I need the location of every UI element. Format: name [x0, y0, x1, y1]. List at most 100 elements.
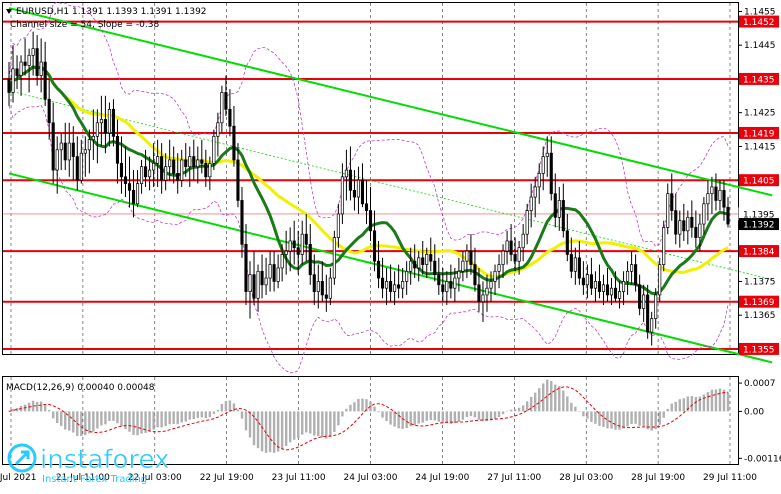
candle-body	[702, 203, 706, 225]
macd-histogram-bar	[654, 411, 657, 430]
macd-histogram-bar	[317, 411, 320, 437]
candle-body	[176, 173, 180, 181]
macd-histogram-bar	[128, 411, 131, 432]
candle-body	[168, 159, 172, 168]
macd-histogram-bar	[385, 411, 388, 422]
macd-histogram-bar	[437, 411, 440, 422]
macd-histogram-bar	[357, 398, 360, 412]
macd-histogram-bar	[393, 411, 396, 427]
macd-histogram-bar	[529, 396, 533, 412]
candle-body	[457, 270, 461, 279]
candle-body	[710, 186, 714, 195]
candle-body	[368, 210, 373, 232]
macd-histogram-bar	[325, 411, 328, 439]
candle-body	[409, 260, 413, 272]
x-tick-label: 28 Jul 03:00	[559, 473, 613, 483]
candle-body	[252, 274, 256, 299]
macd-histogram-bar	[682, 398, 686, 412]
candle-body	[336, 213, 340, 238]
candle-body	[224, 92, 228, 110]
candle-body	[617, 291, 622, 299]
candle-body	[236, 159, 240, 201]
candle-body	[597, 281, 602, 292]
chart-canvas: 21 Jul 202121 Jul 11:0022 Jul 03:0022 Ju…	[0, 0, 781, 489]
macd-histogram-bar	[457, 411, 461, 422]
macd-histogram-bar	[341, 411, 344, 417]
candle-body	[172, 159, 176, 174]
candle-body	[232, 125, 236, 161]
macd-histogram-bar	[698, 396, 702, 412]
candle-body	[115, 135, 120, 164]
macd-histogram-bar	[148, 411, 151, 432]
macd-histogram-bar	[168, 411, 171, 425]
macd-histogram-bar	[288, 411, 292, 443]
macd-histogram-bar	[248, 411, 252, 438]
macd-histogram-bar	[108, 411, 111, 422]
candle-body	[565, 230, 569, 255]
candle-body	[521, 233, 525, 249]
candle-body	[276, 267, 280, 282]
candle-body	[184, 159, 188, 168]
macd-histogram-bar	[706, 392, 710, 412]
macd-histogram-bar	[505, 410, 509, 412]
candle-body	[698, 223, 702, 238]
candle-body	[605, 284, 610, 296]
macd-histogram-bar	[309, 411, 312, 434]
candle-body	[131, 189, 136, 205]
channel-info: Channel size = 54, Slope = -0.38	[10, 20, 159, 30]
macd-histogram-bar	[630, 411, 633, 424]
macd-histogram-bar	[313, 411, 316, 436]
candle-body	[144, 166, 148, 178]
candle-body	[296, 247, 300, 255]
candle-body	[256, 270, 260, 299]
candle-body	[260, 270, 264, 286]
candle-body	[577, 257, 581, 279]
candle-body	[613, 287, 618, 299]
macd-histogram-bar	[329, 411, 332, 438]
candle-body	[83, 149, 87, 154]
candle-body	[541, 156, 545, 174]
macd-histogram-bar	[216, 409, 220, 412]
macd-histogram-bar	[670, 403, 673, 412]
candle-body	[682, 220, 686, 232]
macd-histogram-bar	[445, 411, 449, 424]
macd-histogram-bar	[156, 411, 159, 428]
candle-body	[164, 166, 168, 181]
candle-body	[240, 200, 244, 245]
candle-body	[268, 264, 272, 279]
macd-histogram-bar	[116, 411, 119, 424]
candle-body	[248, 274, 252, 292]
candle-body	[662, 227, 666, 265]
candle-body	[449, 281, 453, 289]
candle-body	[55, 149, 59, 171]
candle-body	[477, 284, 481, 303]
macd-histogram-bar	[634, 411, 637, 424]
candle-body	[493, 270, 497, 282]
macd-histogram-bar	[276, 411, 280, 452]
candle-body	[397, 284, 401, 289]
macd-histogram-bar	[501, 411, 505, 415]
macd-histogram-bar	[497, 411, 501, 418]
candle-body	[381, 277, 385, 289]
candle-body	[348, 169, 352, 191]
candle-body	[135, 183, 140, 205]
candle-body	[385, 281, 389, 289]
candle-body	[433, 260, 437, 276]
candle-body	[513, 254, 517, 262]
y-tick-label: 1.1365	[744, 311, 776, 321]
candle-body	[320, 281, 324, 296]
candle-body	[573, 257, 577, 272]
macd-histogram-bar	[397, 411, 400, 429]
macd-histogram-bar	[554, 384, 557, 412]
candle-body	[425, 254, 429, 265]
candle-body	[376, 260, 381, 279]
candle-body	[284, 250, 288, 255]
macd-histogram-bar	[638, 411, 641, 426]
candle-body	[630, 264, 634, 272]
candle-body	[123, 176, 128, 184]
macd-histogram-bar	[280, 411, 284, 449]
macd-histogram-bar	[469, 411, 473, 417]
candle-body	[601, 284, 606, 292]
candle-body	[15, 68, 19, 76]
macd-histogram-bar	[349, 404, 352, 412]
